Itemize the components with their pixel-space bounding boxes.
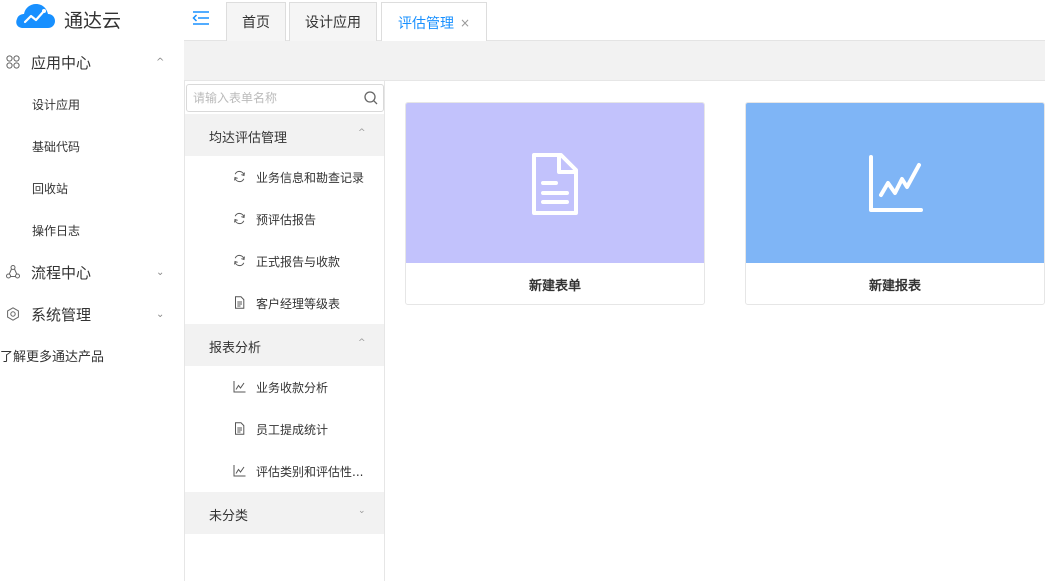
sidebar-item-recycle-bin[interactable]: 回收站 xyxy=(0,167,184,209)
new-form-card[interactable]: 新建表单 xyxy=(405,102,705,305)
tree-item-label: 正式报告与收款 xyxy=(256,255,341,269)
tree-group-uncategorized[interactable]: 未分类 ⌄ xyxy=(185,492,384,534)
toolbar-strip xyxy=(184,41,1045,81)
tab-design-app[interactable]: 设计应用 xyxy=(289,2,377,41)
app-logo[interactable]: 通达云 xyxy=(0,0,184,40)
tab-home[interactable]: 首页 xyxy=(226,2,286,41)
menu-group-label: 流程中心 xyxy=(31,263,92,282)
card-label: 新建表单 xyxy=(528,279,581,294)
line-chart-icon xyxy=(869,155,923,212)
chevron-down-icon: ⌄ xyxy=(358,506,366,516)
form-tree-panel: 均达评估管理 ^ 业务信息和勘查记录 预评估报告 正式报告与收款 xyxy=(184,81,385,581)
tree-item-label: 员工提成统计 xyxy=(256,423,329,437)
tree-group-label: 未分类 xyxy=(209,509,249,524)
settings-icon xyxy=(7,307,19,321)
close-icon[interactable]: × xyxy=(460,16,470,30)
sidebar-item-design-app[interactable]: 设计应用 xyxy=(0,83,184,125)
chart-icon xyxy=(233,465,246,477)
document-icon xyxy=(235,296,245,309)
sidebar-item-label: 操作日志 xyxy=(32,223,81,238)
sidebar-item-base-code[interactable]: 基础代码 xyxy=(0,125,184,167)
tree-item-label: 业务信息和勘查记录 xyxy=(256,171,365,185)
tree-group-report-analysis[interactable]: 报表分析 ^ xyxy=(185,324,384,366)
tab-evaluation-management[interactable]: 评估管理 × xyxy=(381,2,487,42)
grid-icon xyxy=(6,55,20,69)
tree-item-label: 评估类别和评估性... xyxy=(256,465,364,479)
form-search-input[interactable] xyxy=(193,89,353,107)
menu-group-flow-center[interactable]: 流程中心 ⌄ xyxy=(0,251,184,293)
search-icon[interactable] xyxy=(363,90,379,106)
card-banner xyxy=(406,103,704,263)
chevron-down-icon: ⌄ xyxy=(156,308,165,320)
sidebar-item-label: 设计应用 xyxy=(32,97,81,112)
tab-label: 设计应用 xyxy=(305,15,361,31)
top-bar: 首页 设计应用 评估管理 × xyxy=(184,0,1045,42)
app-name: 通达云 xyxy=(64,10,122,32)
refresh-icon xyxy=(234,254,245,267)
chevron-down-icon: ⌄ xyxy=(156,266,165,278)
chevron-up-icon: ^ xyxy=(358,128,366,138)
chevron-up-icon: ^ xyxy=(358,338,366,348)
tab-label: 评估管理 xyxy=(397,15,454,32)
chart-icon xyxy=(233,381,246,393)
tree-group-label: 报表分析 xyxy=(209,341,262,356)
form-search-box xyxy=(186,84,384,112)
tree-group-label: 均达评估管理 xyxy=(209,131,288,146)
sidebar-item-label: 回收站 xyxy=(32,181,69,196)
refresh-icon xyxy=(234,170,245,183)
tree-item-form[interactable]: 业务信息和勘查记录 xyxy=(185,156,384,198)
menu-group-system-management[interactable]: 系统管理 ⌄ xyxy=(0,293,184,335)
menu-collapse-icon[interactable] xyxy=(192,10,210,26)
tree-item-form[interactable]: 员工提成统计 xyxy=(185,408,384,450)
chevron-up-icon: ^ xyxy=(156,56,165,68)
menu-group-label: 应用中心 xyxy=(31,53,92,72)
flow-icon xyxy=(6,265,20,279)
tree-item-form[interactable]: 正式报告与收款 xyxy=(185,240,384,282)
sidebar: 通达云 应用中心 ^ 设计应用 基础代码 回收站 操作日志 流程中心 ⌄ 系统管… xyxy=(0,0,184,581)
tree-item-label: 客户经理等级表 xyxy=(256,297,341,311)
tree-item-form[interactable]: 客户经理等级表 xyxy=(185,282,384,324)
tree-group-evaluation[interactable]: 均达评估管理 ^ xyxy=(185,114,384,156)
refresh-icon xyxy=(234,212,245,225)
card-label: 新建报表 xyxy=(868,279,921,294)
menu-group-label: 系统管理 xyxy=(31,305,92,324)
new-report-card[interactable]: 新建报表 xyxy=(745,102,1045,305)
form-document-icon xyxy=(532,153,578,215)
card-banner xyxy=(746,103,1044,263)
document-icon xyxy=(235,422,245,435)
cloud-logo-icon xyxy=(16,4,55,28)
tree-item-report[interactable]: 业务收款分析 xyxy=(185,366,384,408)
sidebar-item-operation-log[interactable]: 操作日志 xyxy=(0,209,184,251)
tab-label: 首页 xyxy=(242,15,270,31)
menu-group-app-center[interactable]: 应用中心 ^ xyxy=(0,41,184,83)
more-products-link[interactable]: 了解更多通达产品 xyxy=(0,346,104,365)
tree-item-label: 预评估报告 xyxy=(256,213,317,227)
tree-item-label: 业务收款分析 xyxy=(256,381,329,395)
tree-item-form[interactable]: 预评估报告 xyxy=(185,198,384,240)
tree-item-report[interactable]: 评估类别和评估性... xyxy=(185,450,384,492)
sidebar-item-label: 基础代码 xyxy=(32,139,81,154)
